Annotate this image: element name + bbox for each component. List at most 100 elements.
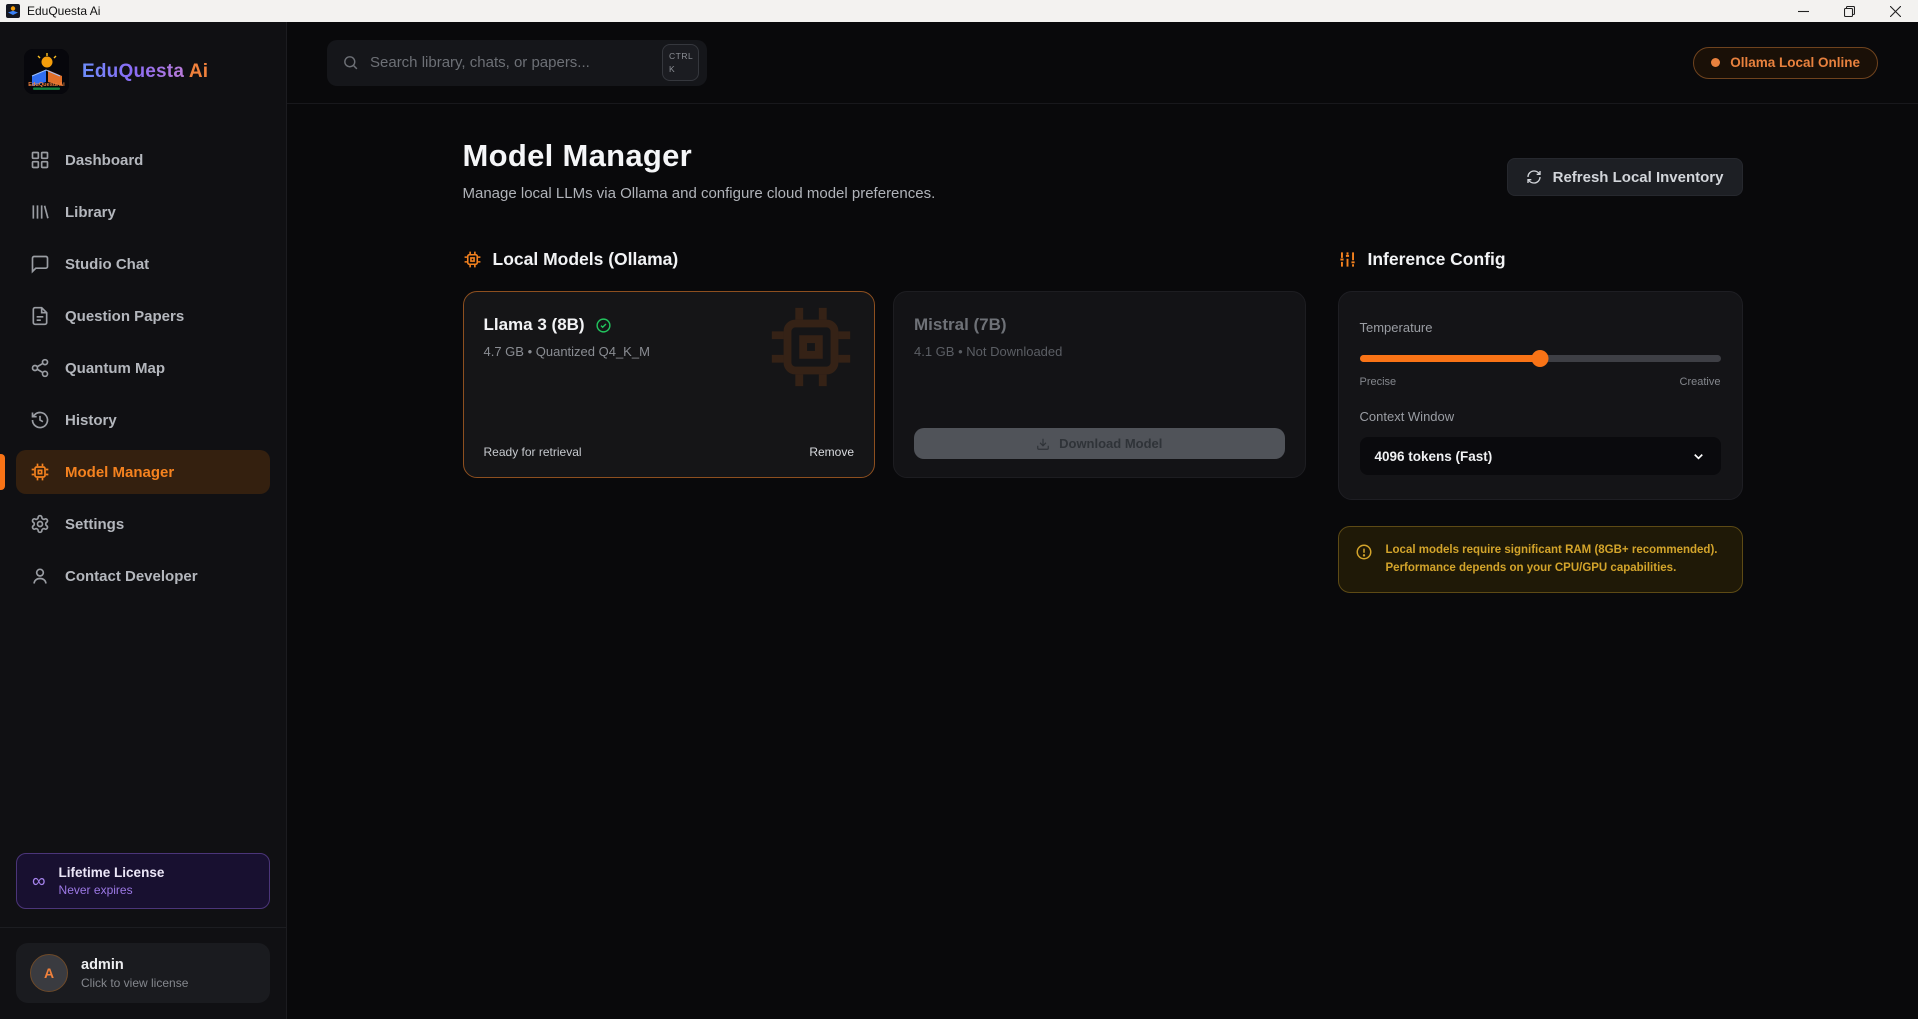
sidebar-item-settings[interactable]: Settings: [16, 502, 270, 546]
slider-min-label: Precise: [1360, 376, 1397, 388]
sidebar-footer: A admin Click to view license: [0, 927, 286, 1019]
infinity-icon: ∞: [32, 872, 46, 891]
context-window-value: 4096 tokens (Fast): [1375, 449, 1493, 464]
brand-logo: EduQuesta Ai: [24, 49, 69, 94]
search-bar[interactable]: CTRL K: [327, 40, 707, 86]
close-button[interactable]: [1872, 0, 1918, 22]
brand-name-accent: Ai: [189, 61, 208, 82]
chip-icon: [30, 462, 50, 482]
restore-icon: [1844, 6, 1855, 17]
app-icon: [6, 4, 20, 18]
sidebar-item-dashboard[interactable]: Dashboard: [16, 138, 270, 182]
chat-bubble-icon: [30, 254, 50, 274]
license-subtitle: Never expires: [59, 883, 165, 897]
minimize-button[interactable]: [1780, 0, 1826, 22]
model-name: Mistral (7B): [914, 315, 1007, 335]
brand-wordmark: EduQuesta Ai: [82, 61, 208, 83]
refresh-icon: [1526, 169, 1542, 185]
library-bars-icon: [30, 202, 50, 222]
history-clock-icon: [30, 410, 50, 430]
temperature-slider[interactable]: [1360, 350, 1721, 367]
os-titlebar: EduQuesta Ai: [0, 0, 1918, 22]
model-meta: 4.1 GB • Not Downloaded: [914, 344, 1285, 359]
status-dot-icon: [1711, 58, 1720, 67]
svg-text:EduQuesta Ai: EduQuesta Ai: [28, 82, 65, 88]
shortcut-k: K: [669, 63, 698, 76]
user-card[interactable]: A admin Click to view license: [16, 943, 270, 1003]
local-models-section-title: Local Models (Ollama): [493, 249, 679, 270]
ollama-status-badge[interactable]: Ollama Local Online: [1693, 47, 1878, 79]
sidebar-item-question-papers[interactable]: Question Papers: [16, 294, 270, 338]
user-subtitle: Click to view license: [81, 976, 188, 990]
search-input[interactable]: [370, 54, 651, 71]
context-window-select[interactable]: 4096 tokens (Fast): [1360, 437, 1721, 475]
page-subtitle: Manage local LLMs via Ollama and configu…: [463, 185, 936, 202]
sidebar-item-model-manager[interactable]: Model Manager: [16, 450, 270, 494]
download-model-button[interactable]: Download Model: [914, 428, 1285, 459]
keyboard-shortcut-badge: CTRL K: [662, 44, 699, 81]
status-label: Ollama Local Online: [1730, 55, 1860, 70]
brand-name: EduQuesta: [82, 61, 184, 82]
ram-warning-banner: Local models require significant RAM (8G…: [1338, 526, 1743, 593]
sidebar-item-label: Studio Chat: [65, 256, 149, 273]
temperature-fill: [1360, 355, 1541, 362]
close-icon: [1890, 6, 1901, 17]
inference-config-card: Temperature Precise Creative Context Win…: [1338, 291, 1743, 500]
document-icon: [30, 306, 50, 326]
temperature-thumb[interactable]: [1532, 350, 1549, 367]
chevron-down-icon: [1691, 449, 1706, 464]
model-card-llama3: Llama 3 (8B) 4.7 GB • Quantized Q4_K_M R…: [463, 291, 876, 478]
search-icon: [342, 54, 359, 71]
license-title: Lifetime License: [59, 865, 165, 880]
model-status: Ready for retrieval: [484, 445, 582, 459]
restore-button[interactable]: [1826, 0, 1872, 22]
chip-icon: [463, 250, 482, 269]
sidebar-item-label: Library: [65, 204, 116, 221]
sidebar-item-label: Contact Developer: [65, 568, 198, 585]
sidebar-nav: Dashboard Library Studio Chat Question P…: [0, 100, 286, 853]
sidebar-item-label: Question Papers: [65, 308, 184, 325]
remove-model-button[interactable]: Remove: [809, 445, 854, 459]
model-card-mistral: Mistral (7B) 4.1 GB • Not Downloaded Dow…: [893, 291, 1306, 478]
ram-warning-text: Local models require significant RAM (8G…: [1386, 541, 1726, 578]
minimize-icon: [1798, 6, 1809, 17]
page-content: Model Manager Manage local LLMs via Olla…: [463, 104, 1743, 593]
avatar: A: [30, 954, 68, 992]
inference-section-title: Inference Config: [1368, 249, 1506, 270]
page-title: Model Manager: [463, 138, 936, 174]
window-title: EduQuesta Ai: [27, 4, 100, 18]
main-area: CTRL K Ollama Local Online Model Manager…: [287, 22, 1918, 1019]
chip-watermark-icon: [764, 300, 858, 394]
dashboard-grid-icon: [30, 150, 50, 170]
download-label: Download Model: [1059, 436, 1162, 451]
sliders-icon: [1338, 250, 1357, 269]
share-network-icon: [30, 358, 50, 378]
shortcut-ctrl: CTRL: [669, 50, 698, 63]
sidebar-item-contact-developer[interactable]: Contact Developer: [16, 554, 270, 598]
sidebar: EduQuesta Ai EduQuesta Ai Dashboard Libr…: [0, 22, 287, 1019]
refresh-inventory-button[interactable]: Refresh Local Inventory: [1507, 158, 1743, 196]
model-name: Llama 3 (8B): [484, 315, 585, 335]
sidebar-item-label: Quantum Map: [65, 360, 165, 377]
download-icon: [1036, 437, 1050, 451]
sidebar-item-quantum-map[interactable]: Quantum Map: [16, 346, 270, 390]
sidebar-item-label: Dashboard: [65, 152, 143, 169]
alert-circle-icon: [1355, 543, 1373, 561]
check-circle-icon: [595, 317, 612, 334]
refresh-label: Refresh Local Inventory: [1553, 169, 1724, 186]
brand: EduQuesta Ai EduQuesta Ai: [0, 22, 286, 100]
sidebar-item-studio-chat[interactable]: Studio Chat: [16, 242, 270, 286]
user-name: admin: [81, 957, 188, 973]
sidebar-item-label: Settings: [65, 516, 124, 533]
sidebar-item-library[interactable]: Library: [16, 190, 270, 234]
sidebar-item-label: History: [65, 412, 117, 429]
slider-max-label: Creative: [1680, 376, 1721, 388]
context-window-label: Context Window: [1360, 409, 1721, 424]
person-icon: [30, 566, 50, 586]
license-badge: ∞ Lifetime License Never expires: [16, 853, 270, 909]
temperature-label: Temperature: [1360, 320, 1721, 335]
topbar: CTRL K Ollama Local Online: [287, 22, 1918, 104]
gear-icon: [30, 514, 50, 534]
sidebar-item-label: Model Manager: [65, 464, 174, 481]
sidebar-item-history[interactable]: History: [16, 398, 270, 442]
